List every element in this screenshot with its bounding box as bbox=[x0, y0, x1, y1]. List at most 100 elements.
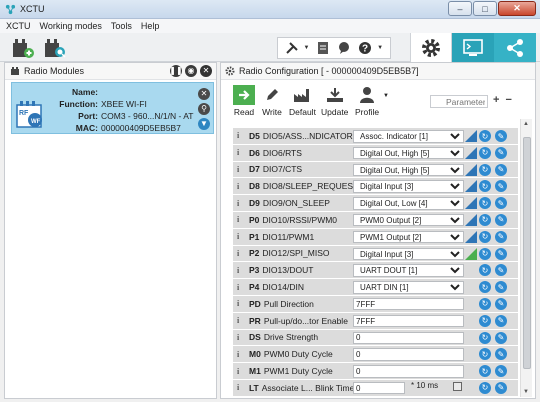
refresh-icon[interactable]: ↻ bbox=[479, 365, 491, 378]
refresh-icon[interactable]: ↻ bbox=[479, 230, 491, 243]
info-icon[interactable]: i bbox=[237, 131, 247, 140]
filter-icon[interactable]: ◉ bbox=[185, 65, 197, 77]
radio-module-card[interactable]: RF WF Name: Function: XBEE WI-FI Port: COM… bbox=[11, 82, 214, 134]
maximize-button[interactable]: □ bbox=[473, 1, 497, 16]
disconnect-icon[interactable]: ✕ bbox=[198, 88, 210, 100]
refresh-icon[interactable]: ↻ bbox=[479, 163, 491, 176]
info-icon[interactable]: i bbox=[237, 383, 247, 392]
chevron-down-icon[interactable]: ▼ bbox=[383, 93, 389, 99]
refresh-icon[interactable]: ↻ bbox=[479, 130, 491, 142]
setting-select[interactable]: UART DIN [1] bbox=[353, 281, 464, 294]
settings-scrollbar[interactable]: ▲ ▼ bbox=[520, 119, 532, 397]
write-icon[interactable]: ✎ bbox=[495, 381, 507, 394]
info-icon[interactable]: i bbox=[237, 249, 247, 258]
write-icon[interactable]: ✎ bbox=[495, 247, 507, 260]
pause-icon[interactable]: ❚❚ bbox=[169, 65, 183, 77]
setting-input[interactable] bbox=[353, 314, 464, 328]
menu-xctu[interactable]: XCTU bbox=[6, 21, 31, 31]
info-icon[interactable]: i bbox=[237, 199, 247, 208]
close-all-icon[interactable]: ✕ bbox=[200, 65, 212, 77]
write-icon[interactable]: ✎ bbox=[495, 230, 507, 243]
refresh-icon[interactable]: ↻ bbox=[479, 331, 491, 344]
setting-select[interactable]: Assoc. Indicator [1] bbox=[353, 130, 464, 143]
setting-input[interactable] bbox=[353, 365, 464, 378]
calculator-icon[interactable] bbox=[453, 381, 462, 391]
menu-tools[interactable]: Tools bbox=[111, 21, 132, 31]
info-icon[interactable]: i bbox=[237, 165, 247, 174]
setting-select[interactable]: Digital Out, High [5] bbox=[353, 146, 464, 160]
setting-select[interactable]: Digital Out, High [5] bbox=[353, 163, 464, 177]
info-icon[interactable]: i bbox=[237, 299, 247, 308]
tab-configuration[interactable] bbox=[410, 33, 452, 62]
refresh-icon[interactable]: ↻ bbox=[479, 314, 491, 327]
scroll-up-icon[interactable]: ▲ bbox=[523, 121, 529, 127]
close-button[interactable]: ✕ bbox=[498, 1, 536, 16]
info-icon[interactable]: i bbox=[237, 148, 247, 157]
setting-select[interactable]: Digital Input [3] bbox=[353, 247, 464, 261]
refresh-icon[interactable]: ↻ bbox=[479, 281, 491, 294]
scroll-down-icon[interactable]: ▼ bbox=[523, 389, 529, 395]
write-icon[interactable]: ✎ bbox=[495, 130, 507, 142]
write-icon[interactable]: ✎ bbox=[495, 331, 507, 344]
read-button[interactable]: Read bbox=[233, 85, 255, 117]
info-icon[interactable]: i bbox=[237, 266, 247, 275]
write-icon[interactable]: ✎ bbox=[495, 197, 507, 210]
refresh-icon[interactable]: ↻ bbox=[479, 213, 491, 226]
collapse-all-icon[interactable]: − bbox=[505, 94, 511, 106]
setting-select[interactable]: Digital Input [3] bbox=[353, 180, 464, 193]
info-icon[interactable]: i bbox=[237, 182, 247, 191]
info-icon[interactable]: i bbox=[237, 215, 247, 224]
refresh-icon[interactable]: ↻ bbox=[479, 197, 491, 210]
setting-select[interactable]: PWM1 Output [2] bbox=[353, 230, 464, 244]
scroll-thumb[interactable] bbox=[523, 137, 531, 369]
setting-input[interactable] bbox=[353, 297, 464, 311]
write-button[interactable]: Write bbox=[261, 85, 283, 117]
expand-card-icon[interactable]: ▼ bbox=[198, 118, 210, 130]
help-icon[interactable]: ? bbox=[358, 41, 372, 55]
info-icon[interactable]: i bbox=[237, 367, 247, 376]
tools-icon[interactable] bbox=[285, 41, 299, 55]
write-icon[interactable]: ✎ bbox=[495, 264, 507, 277]
chevron-down-icon[interactable]: ▼ bbox=[377, 45, 383, 51]
document-icon[interactable] bbox=[317, 41, 329, 55]
parameter-search-input[interactable] bbox=[430, 95, 488, 108]
search-module-icon[interactable]: ⚲ bbox=[198, 103, 210, 115]
write-icon[interactable]: ✎ bbox=[495, 163, 507, 176]
write-icon[interactable]: ✎ bbox=[495, 365, 507, 378]
info-icon[interactable]: i bbox=[237, 316, 247, 325]
default-button[interactable]: Default bbox=[289, 85, 316, 117]
refresh-icon[interactable]: ↻ bbox=[479, 297, 491, 310]
refresh-icon[interactable]: ↻ bbox=[479, 264, 491, 277]
tab-network[interactable] bbox=[494, 33, 536, 62]
info-icon[interactable]: i bbox=[237, 350, 247, 359]
info-icon[interactable]: i bbox=[237, 333, 247, 342]
refresh-icon[interactable]: ↻ bbox=[479, 146, 491, 159]
expand-all-icon[interactable]: + bbox=[493, 94, 499, 106]
menu-help[interactable]: Help bbox=[141, 21, 160, 31]
write-icon[interactable]: ✎ bbox=[495, 314, 507, 327]
refresh-icon[interactable]: ↻ bbox=[479, 247, 491, 260]
write-icon[interactable]: ✎ bbox=[495, 146, 507, 159]
info-icon[interactable]: i bbox=[237, 283, 247, 292]
info-icon[interactable]: i bbox=[237, 232, 247, 241]
menu-working-modes[interactable]: Working modes bbox=[40, 21, 102, 31]
setting-select[interactable]: UART DOUT [1] bbox=[353, 264, 464, 277]
refresh-icon[interactable]: ↻ bbox=[479, 381, 491, 394]
write-icon[interactable]: ✎ bbox=[495, 180, 507, 193]
add-device-button[interactable] bbox=[10, 36, 36, 60]
refresh-icon[interactable]: ↻ bbox=[479, 348, 491, 361]
write-icon[interactable]: ✎ bbox=[495, 281, 507, 294]
refresh-icon[interactable]: ↻ bbox=[479, 180, 491, 193]
setting-input[interactable] bbox=[353, 348, 464, 361]
chat-icon[interactable] bbox=[337, 41, 351, 55]
update-button[interactable]: Update bbox=[321, 85, 348, 117]
write-icon[interactable]: ✎ bbox=[495, 297, 507, 310]
discover-devices-button[interactable] bbox=[42, 36, 68, 60]
minimize-button[interactable]: – bbox=[448, 1, 472, 16]
setting-input[interactable] bbox=[353, 331, 464, 345]
tab-console[interactable] bbox=[452, 33, 494, 62]
write-icon[interactable]: ✎ bbox=[495, 213, 507, 226]
write-icon[interactable]: ✎ bbox=[495, 348, 507, 361]
chevron-down-icon[interactable]: ▼ bbox=[304, 45, 310, 51]
profile-button[interactable]: Profile bbox=[355, 85, 379, 117]
